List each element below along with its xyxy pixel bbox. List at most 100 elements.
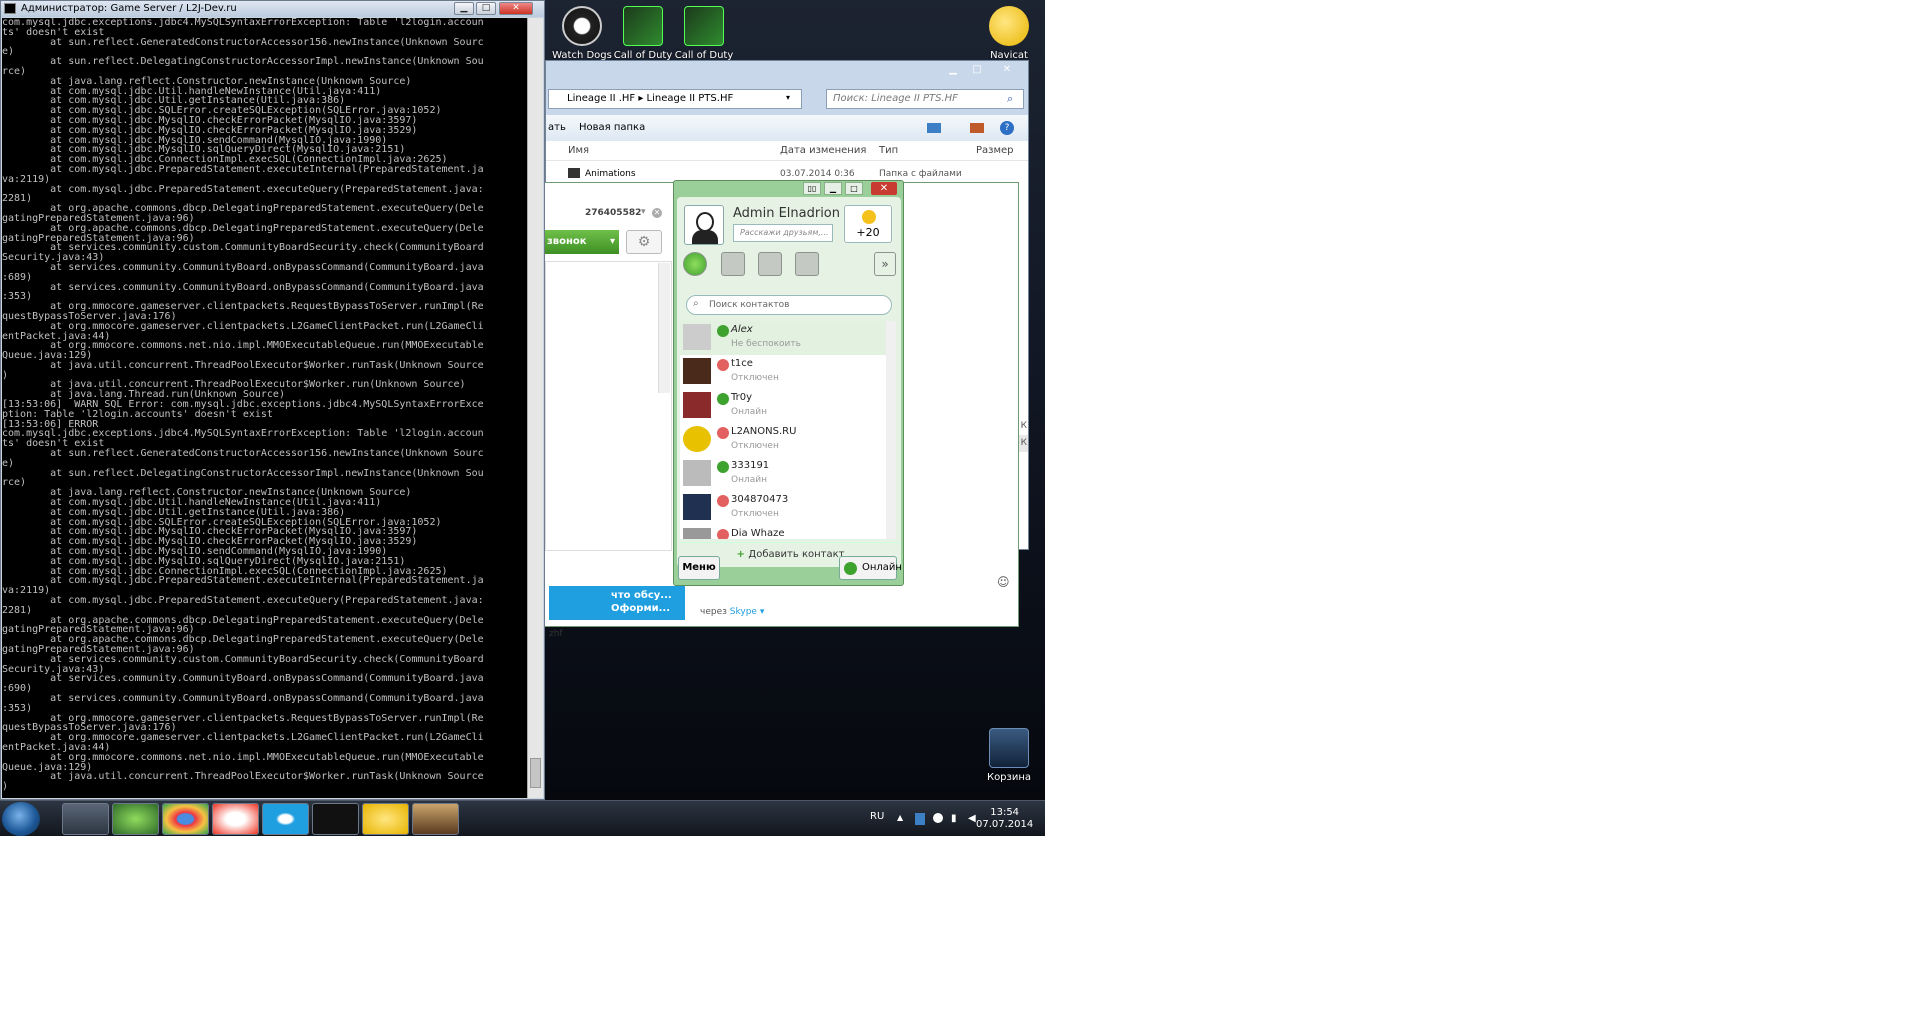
weather-widget[interactable]: +20: [844, 205, 892, 243]
skype-dropdown-icon: ▾: [759, 607, 765, 617]
list-item[interactable]: 304870473 Отключен: [680, 491, 892, 525]
list-item[interactable]: Tr0y Онлайн: [680, 389, 892, 423]
list-item[interactable]: Alex Не беспокоить: [680, 321, 892, 355]
column-size[interactable]: Размер: [976, 145, 1014, 156]
close-button[interactable]: ✕: [871, 182, 897, 195]
scrollbar-thumb[interactable]: [530, 758, 541, 788]
online-flower-icon: [844, 562, 857, 575]
search-icon: ⌕: [693, 298, 699, 309]
tray-skype-icon[interactable]: [933, 813, 943, 823]
console-output[interactable]: com.mysql.jdbc.exceptions.jdbc4.MySQLSyn…: [2, 18, 527, 798]
minimize-button[interactable]: ▁: [454, 2, 474, 15]
watch-dogs-icon: [562, 6, 602, 46]
taskbar-app-game[interactable]: [412, 803, 459, 835]
status-input[interactable]: Расскажи друзьям,...: [733, 224, 833, 242]
compact-button[interactable]: ▯▯: [803, 182, 821, 195]
taskbar-app-console-cluster[interactable]: [62, 803, 109, 835]
close-button[interactable]: ✕: [990, 63, 1024, 77]
desktop-icon-recycle-bin[interactable]: Корзина: [977, 728, 1041, 783]
maximize-button[interactable]: □: [845, 182, 863, 195]
tray-app-icon[interactable]: [915, 813, 925, 825]
language-indicator[interactable]: RU: [870, 811, 884, 822]
start-button[interactable]: [2, 802, 40, 836]
online-status-button[interactable]: Онлайн: [839, 556, 902, 580]
preview-pane-icon[interactable]: [970, 123, 984, 133]
call-dropdown-icon[interactable]: ▾: [610, 230, 615, 254]
recycle-bin-icon: [989, 728, 1029, 768]
blank-area: [1045, 0, 1920, 1024]
list-item[interactable]: 333191 Онлайн: [680, 457, 892, 491]
avatar[interactable]: [684, 205, 724, 245]
list-item[interactable]: t1ce Отключен: [680, 355, 892, 389]
search-input[interactable]: Поиск: Lineage II PTS.HF: [826, 89, 1024, 109]
taskbar-app-skype[interactable]: [262, 803, 309, 835]
partial-window-text: zhf: [549, 629, 563, 639]
search-icon: ⌕: [1007, 92, 1014, 105]
taskbar: RU ▲ ▮ ◀ 13:54 07.07.2014: [0, 800, 1045, 836]
chat-scrollbar[interactable]: [658, 263, 670, 393]
promo-banner[interactable]: что обсу... Оформи...: [549, 586, 685, 620]
file-list-header: Имя Дата изменения Тип Размер: [546, 141, 1028, 161]
status-icon: [717, 495, 729, 507]
volume-icon[interactable]: ◀: [968, 813, 976, 824]
column-name[interactable]: Имя: [568, 145, 589, 156]
menu-button[interactable]: Меню: [678, 556, 720, 580]
contact-avatar: [683, 460, 711, 486]
taskbar-app-icq[interactable]: [112, 803, 159, 835]
contact-search-input[interactable]: Поиск контактов: [686, 295, 892, 315]
desktop-icon-watch-dogs[interactable]: Watch Dogs: [550, 6, 614, 61]
minimize-button[interactable]: ▁: [824, 182, 842, 195]
contact-avatar: [683, 358, 711, 384]
address-bar[interactable]: Lineage II .HF ▸ Lineage II PTS.HF: [548, 89, 802, 109]
phone-clear-icon[interactable]: ✕: [652, 208, 662, 218]
icq-flower-icon[interactable]: [683, 252, 707, 276]
add-vk-icon[interactable]: [795, 252, 819, 276]
window-controls: ▁ □ ✕: [942, 63, 1024, 77]
maximize-button[interactable]: □: [476, 2, 496, 15]
explorer-toolbar: ать Новая папка ?: [546, 115, 1028, 141]
sun-icon: [862, 210, 876, 224]
network-icon[interactable]: ▮: [951, 813, 957, 824]
phone-dropdown-icon[interactable]: ▾: [641, 207, 646, 217]
add-facebook-icon[interactable]: [721, 252, 745, 276]
contact-avatar: [683, 426, 711, 452]
column-date[interactable]: Дата изменения: [780, 145, 866, 156]
view-icon[interactable]: [927, 123, 941, 133]
console-scrollbar[interactable]: [527, 18, 543, 798]
plus-icon: +: [736, 549, 749, 560]
taskbar-app-chrome[interactable]: [162, 803, 209, 835]
list-item[interactable]: Dia Whaze: [680, 525, 892, 539]
status-icon: [717, 529, 729, 539]
more-button[interactable]: »: [874, 252, 896, 276]
help-icon[interactable]: ?: [1000, 121, 1014, 135]
icq-window: ▯▯ ▁ □ ✕ Admin Elnadrion Расскажи друзья…: [673, 180, 904, 586]
close-button[interactable]: ✕: [499, 2, 533, 15]
address-dropdown-icon[interactable]: ▾: [786, 93, 790, 102]
minimize-button[interactable]: ▁: [942, 63, 964, 77]
maximize-button[interactable]: □: [966, 63, 988, 77]
contact-avatar: [683, 392, 711, 418]
user-name[interactable]: Admin Elnadrion: [733, 206, 840, 221]
taskbar-app-yandex[interactable]: [212, 803, 259, 835]
call-button[interactable]: звонок ▾: [545, 230, 619, 254]
phone-number: 276405582: [585, 208, 642, 218]
contact-list-scrollbar[interactable]: [886, 321, 896, 539]
tray-arrow-icon[interactable]: ▲: [897, 813, 903, 822]
toolbar-item-partial[interactable]: ать: [548, 115, 566, 141]
new-folder-button[interactable]: Новая папка: [579, 115, 645, 141]
emoji-icon[interactable]: ☺: [997, 575, 1010, 589]
desktop-icon-navicat[interactable]: Navicat: [977, 6, 1041, 61]
settings-button[interactable]: ⚙: [626, 230, 662, 254]
taskbar-app-console[interactable]: [312, 803, 359, 835]
console-icon: [4, 3, 16, 14]
navicat-icon: [989, 6, 1029, 46]
status-icon: [717, 427, 729, 439]
clock[interactable]: 13:54 07.07.2014: [976, 807, 1033, 831]
contact-avatar: [683, 528, 711, 539]
taskbar-app-navicat[interactable]: [362, 803, 409, 835]
icq-panel: Admin Elnadrion Расскажи друзьям,... +20…: [677, 197, 901, 567]
add-google-icon[interactable]: [758, 252, 782, 276]
column-type[interactable]: Тип: [879, 145, 898, 156]
list-item[interactable]: L2ANONS.RU Отключен: [680, 423, 892, 457]
contact-list: Alex Не беспокоить t1ce Отключен Tr0y Он…: [680, 321, 892, 539]
